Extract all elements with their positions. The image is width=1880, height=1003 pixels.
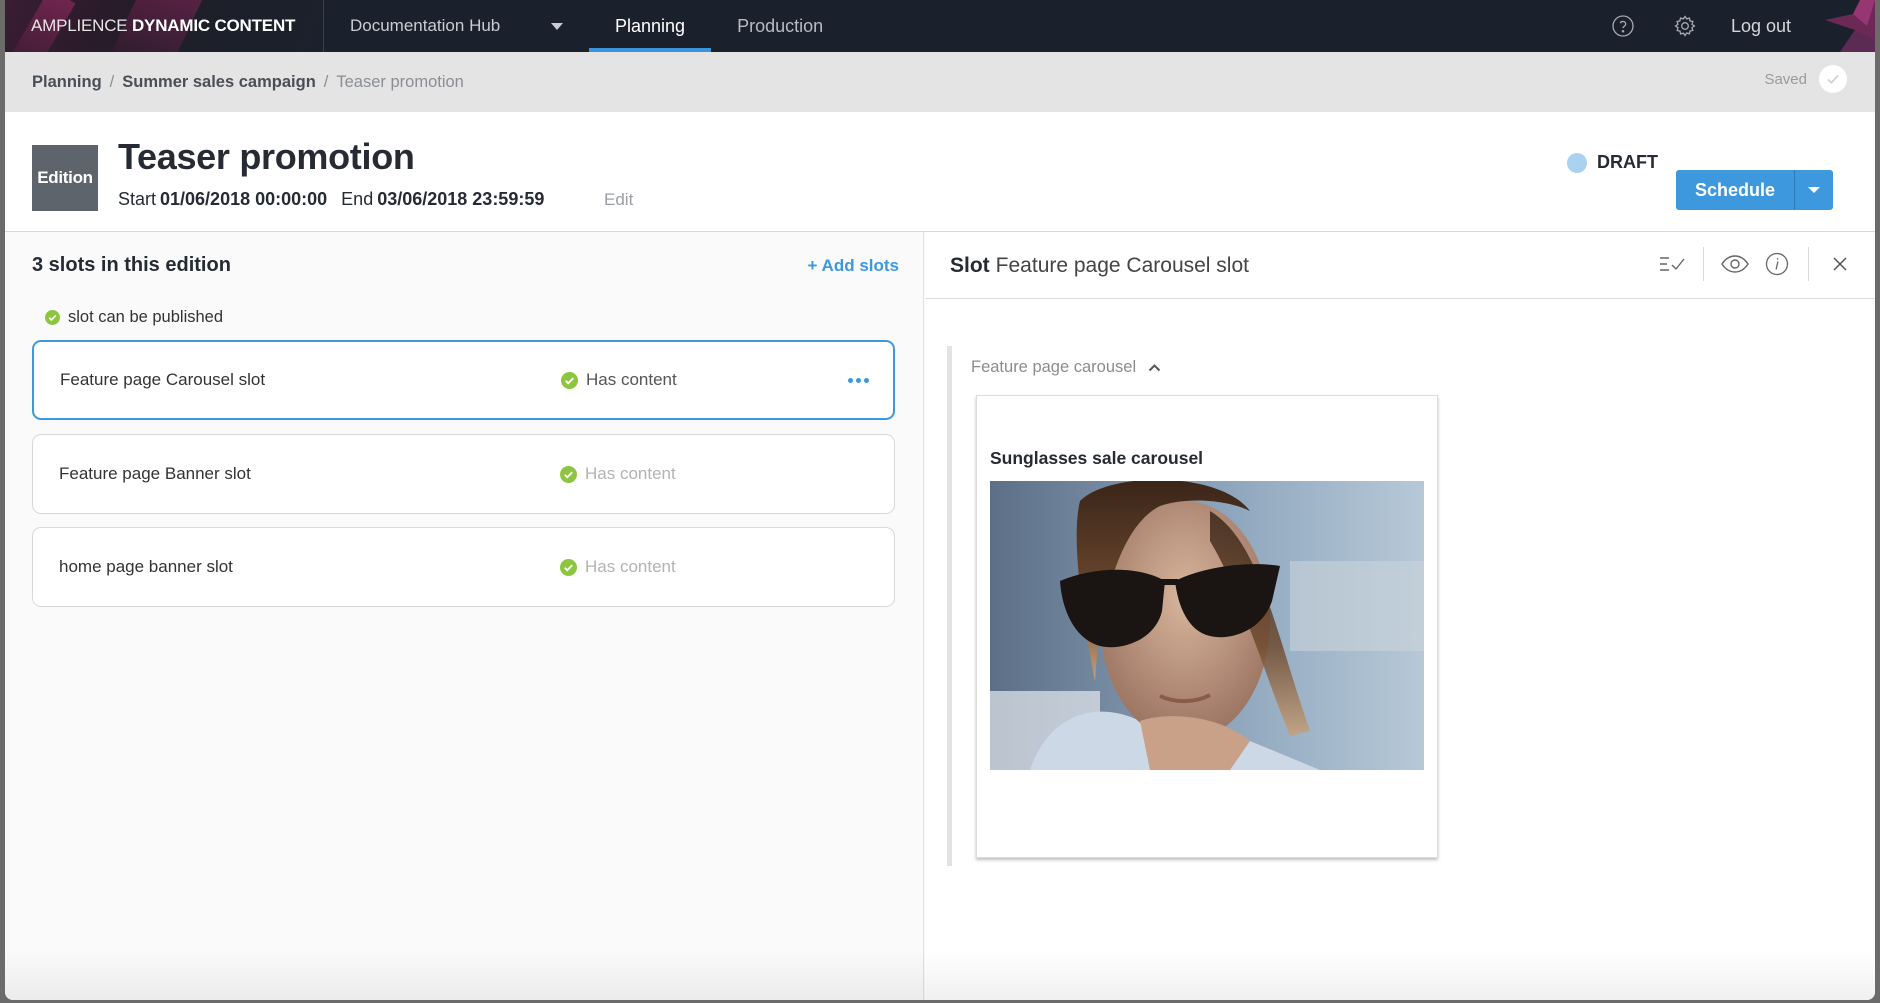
slot-detail-title: Slot Feature page Carousel slot <box>950 254 1249 278</box>
status-badge: DRAFT <box>1567 152 1658 173</box>
status-label: DRAFT <box>1597 152 1658 172</box>
schedule-dropdown-button[interactable] <box>1794 170 1833 210</box>
slot-name: Feature page Banner slot <box>59 464 251 483</box>
close-icon <box>1833 257 1847 271</box>
toolbar-divider <box>1808 247 1809 281</box>
nav-right-group: Log out <box>1607 0 1875 52</box>
help-button[interactable] <box>1607 10 1639 42</box>
brand-light: AMPLIENCE <box>31 16 128 35</box>
toolbar-divider <box>1703 247 1704 281</box>
check-circle-icon <box>561 371 578 389</box>
tab-planning[interactable]: Planning <box>589 0 712 52</box>
validate-button[interactable] <box>1657 249 1687 279</box>
slot-status-text: Has content <box>585 557 676 576</box>
brand-logo: AMPLIENCE DYNAMIC CONTENT <box>5 16 323 36</box>
edit-dates-link[interactable]: Edit <box>604 190 633 210</box>
content-image[interactable] <box>990 481 1424 770</box>
slots-panel: 3 slots in this edition + Add slots slot… <box>5 232 924 1000</box>
schedule-button[interactable]: Schedule <box>1676 170 1794 210</box>
publish-note-text: slot can be published <box>68 308 224 326</box>
slot-name: home page banner slot <box>59 557 233 576</box>
logout-link[interactable]: Log out <box>1731 16 1791 37</box>
start-value: 01/06/2018 00:00:00 <box>160 189 328 209</box>
tab-production[interactable]: Production <box>711 0 849 52</box>
hub-name: Documentation Hub <box>350 16 501 35</box>
check-circle-icon <box>560 558 577 576</box>
caret-down-icon <box>551 23 563 30</box>
info-icon <box>1765 252 1789 276</box>
tab-production-label: Production <box>737 15 824 36</box>
slot-detail-toolbar <box>1657 246 1855 282</box>
edition-badge: Edition <box>32 145 98 211</box>
ellipsis-dot-icon <box>848 377 853 383</box>
content-indent-bar <box>947 346 952 866</box>
slot-card[interactable]: home page banner slot Has content <box>32 527 895 607</box>
slot-detail-name: Feature page Carousel slot <box>995 254 1249 277</box>
content-preview-card[interactable]: Sunglasses sale carousel <box>976 395 1438 858</box>
slot-card[interactable]: Feature page Carousel slot Has content <box>32 340 895 420</box>
content-type-label: Feature page carousel <box>971 358 1137 376</box>
ellipsis-dot-icon <box>856 377 861 383</box>
start-label: Start <box>118 189 157 209</box>
end-value: 03/06/2018 23:59:59 <box>377 189 545 209</box>
breadcrumb-separator: / <box>109 72 115 91</box>
app-window: AMPLIENCE DYNAMIC CONTENT Documentation … <box>5 0 1875 1000</box>
breadcrumb: Planning / Summer sales campaign / Tease… <box>5 52 1875 112</box>
schedule-split-button: Schedule <box>1675 170 1833 210</box>
slot-status-text: Has content <box>585 464 676 483</box>
slot-label: Slot <box>950 254 990 277</box>
breadcrumb-campaign[interactable]: Summer sales campaign <box>122 73 316 92</box>
eye-icon <box>1721 255 1749 273</box>
slot-detail-panel: Slot Feature page Carousel slot Feature … <box>925 232 1875 1000</box>
chevron-up-icon <box>1148 364 1161 372</box>
edition-header: Edition Teaser promotion Start 01/06/2018… <box>5 112 1875 232</box>
slot-status: Has content <box>561 370 677 390</box>
slot-card[interactable]: Feature page Banner slot Has content <box>32 434 895 514</box>
tab-planning-label: Planning <box>615 15 686 36</box>
gear-icon <box>1674 15 1696 37</box>
preview-button[interactable] <box>1720 249 1750 279</box>
add-slots-button[interactable]: + Add slots <box>808 256 899 276</box>
page-title: Teaser promotion <box>118 136 415 177</box>
content-type-toggle[interactable]: Feature page carousel <box>971 358 1161 377</box>
save-status: Saved <box>1764 65 1847 93</box>
more-options-button[interactable] <box>846 372 871 389</box>
content-title: Sunglasses sale carousel <box>990 448 1204 468</box>
settings-button[interactable] <box>1669 10 1701 42</box>
status-dot-icon <box>1567 152 1587 173</box>
publish-note: slot can be published <box>45 308 223 327</box>
slot-detail-header: Slot Feature page Carousel slot <box>925 232 1875 299</box>
help-circle-icon <box>1612 15 1634 37</box>
slot-status: Has content <box>560 464 676 484</box>
saved-label: Saved <box>1764 70 1807 88</box>
caret-down-icon <box>1808 187 1820 193</box>
brand-bold: DYNAMIC CONTENT <box>131 16 296 35</box>
slot-status: Has content <box>560 557 676 577</box>
top-navigation: AMPLIENCE DYNAMIC CONTENT Documentation … <box>5 0 1875 52</box>
slot-name: Feature page Carousel slot <box>60 370 266 389</box>
info-button[interactable] <box>1762 249 1792 279</box>
slot-status-text: Has content <box>586 370 677 389</box>
ellipsis-dot-icon <box>864 377 869 383</box>
list-check-icon <box>1660 257 1685 271</box>
sunglasses-photo <box>990 481 1424 770</box>
slots-count-title: 3 slots in this edition <box>32 254 231 276</box>
close-button[interactable] <box>1825 249 1855 279</box>
breadcrumb-planning[interactable]: Planning <box>32 73 102 92</box>
saved-check-icon <box>1819 65 1847 93</box>
breadcrumb-current: Teaser promotion <box>336 72 464 91</box>
hub-selector[interactable]: Documentation Hub <box>324 0 589 52</box>
check-circle-icon <box>560 465 577 483</box>
edition-dates: Start 01/06/2018 00:00:00 End 03/06/2018 23… <box>118 189 544 210</box>
end-label: End <box>341 189 374 209</box>
breadcrumb-separator: / <box>323 72 329 91</box>
check-circle-icon <box>45 310 60 325</box>
